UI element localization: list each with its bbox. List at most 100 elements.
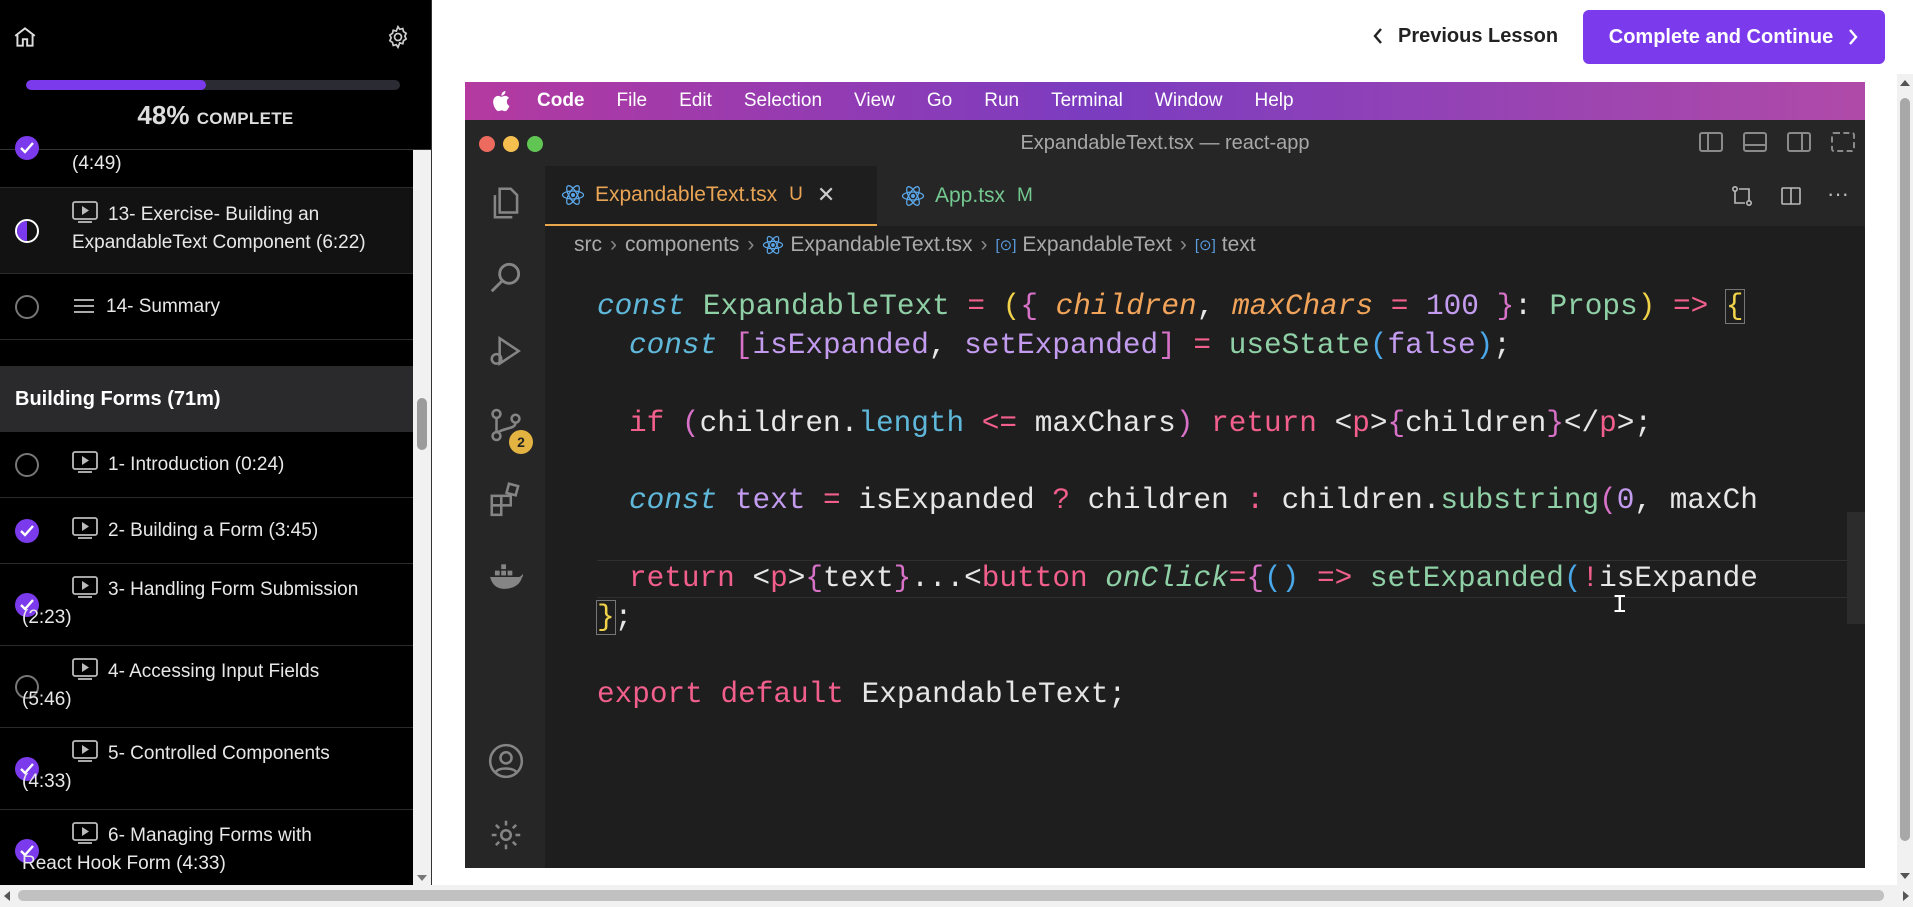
text-cursor-icon: I <box>1612 590 1628 620</box>
manage-gear-icon <box>491 820 521 850</box>
completed-icon[interactable] <box>15 519 39 543</box>
complete-and-continue-button[interactable]: Complete and Continue <box>1583 10 1885 64</box>
customize-layout-icon <box>1831 132 1855 152</box>
breadcrumb-components: components <box>625 233 740 256</box>
lesson-item[interactable]: (4:49) <box>0 136 413 188</box>
more-actions-icon: ··· <box>1827 181 1849 206</box>
lesson-label: (4:49) <box>72 153 122 174</box>
sidebar-toolbar <box>0 0 431 74</box>
lesson-item-current[interactable]: 13- Exercise- Building an ExpandableText… <box>0 188 413 274</box>
account-icon <box>488 743 524 779</box>
lesson-item[interactable]: 4- Accessing Input Fields (5:46) <box>0 646 413 728</box>
in-progress-icon[interactable] <box>15 219 39 243</box>
code-line-2: const [isExpanded, setExpanded] = useSta… <box>629 329 1511 362</box>
video-icon <box>72 658 98 680</box>
horizontal-scrollbar-thumb[interactable] <box>18 890 1884 901</box>
apple-logo-icon <box>493 91 510 112</box>
chevron-left-icon <box>1373 28 1382 44</box>
activity-bar: 2 <box>465 166 545 868</box>
progress-label: 48% COMPLETE <box>0 100 431 131</box>
lesson-label: 3- Handling Form Submission <box>108 579 359 600</box>
progress-percent: 48% <box>137 100 190 130</box>
close-tab-icon: ✕ <box>816 182 836 207</box>
not-started-icon[interactable] <box>15 453 39 477</box>
extensions-icon <box>490 482 520 517</box>
source-control-badge: 2 <box>509 430 533 454</box>
scroll-right-arrow-icon[interactable] <box>1903 891 1909 901</box>
scroll-down-arrow-icon[interactable] <box>417 875 427 881</box>
completed-icon[interactable] <box>15 136 39 160</box>
tab-git-status: M <box>1017 185 1033 206</box>
breadcrumb-file: ExpandableText.tsx <box>790 233 973 256</box>
video-icon <box>72 576 98 598</box>
lesson-item[interactable]: 6- Managing Forms with React Hook Form (… <box>0 810 413 885</box>
video-icon <box>72 740 98 762</box>
menu-app-name: Code <box>537 90 585 111</box>
video-icon <box>72 451 98 473</box>
react-file-icon <box>763 235 784 255</box>
editor-scroll-slider <box>1847 512 1865 624</box>
page-vertical-scrollbar[interactable] <box>1897 74 1913 885</box>
lesson-item[interactable]: 14- Summary <box>0 274 413 340</box>
tab-filename: ExpandableText.tsx <box>595 183 778 206</box>
scroll-down-arrow-icon[interactable] <box>1900 873 1910 879</box>
course-progress-bar <box>26 80 400 90</box>
scroll-up-arrow-icon[interactable] <box>1900 80 1910 86</box>
lesson-label: 2- Building a Form (3:45) <box>108 520 319 541</box>
close-window-icon <box>479 136 495 152</box>
tab-expandabletext: ExpandableText.tsx U ✕ <box>545 166 877 226</box>
breadcrumb: src › components › ExpandableText.tsx › … <box>545 226 1865 264</box>
open-changes-icon <box>1732 185 1753 206</box>
video-icon <box>72 517 98 539</box>
gear-icon[interactable] <box>385 24 411 50</box>
lesson-item[interactable]: 5- Controlled Components (4:33) <box>0 728 413 810</box>
previous-lesson-button[interactable]: Previous Lesson <box>1366 20 1564 52</box>
editor-tab-bar: ExpandableText.tsx U ✕ App.tsx M ··· <box>545 166 1865 226</box>
menu-terminal: Terminal <box>1051 90 1123 111</box>
lesson-label: 13- Exercise- Building an ExpandableText… <box>72 204 366 253</box>
page-horizontal-scrollbar[interactable] <box>0 885 1913 907</box>
course-sidebar: 48% COMPLETE (4:49) 13- Exercise- Buildi… <box>0 0 432 885</box>
scroll-left-arrow-icon[interactable] <box>4 891 10 901</box>
home-icon[interactable] <box>12 24 38 50</box>
complete-and-continue-label: Complete and Continue <box>1608 25 1834 48</box>
code-line-4: if (children.length <= maxChars) return … <box>629 407 1653 440</box>
search-icon <box>490 262 521 293</box>
breadcrumb-variable: text <box>1221 233 1256 256</box>
lesson-label: 5- Controlled Components <box>108 743 330 764</box>
sidebar-scrollbar-thumb[interactable] <box>417 398 427 450</box>
chevron-right-icon: › <box>747 233 755 256</box>
video-icon <box>72 201 98 223</box>
text-icon <box>74 299 94 313</box>
not-started-icon[interactable] <box>15 295 39 319</box>
lesson-duration: React Hook Form (4:33) <box>22 853 226 874</box>
lesson-item[interactable]: 1- Introduction (0:24) <box>0 432 413 498</box>
menu-run: Run <box>984 90 1020 111</box>
breadcrumb-src: src <box>574 233 602 256</box>
menu-window: Window <box>1154 90 1223 111</box>
lesson-label: 6- Managing Forms with <box>108 825 312 846</box>
page-scrollbar-thumb[interactable] <box>1900 98 1910 841</box>
menu-edit: Edit <box>679 90 712 111</box>
sidebar-scrollbar[interactable] <box>413 150 431 885</box>
explorer-icon <box>493 187 519 219</box>
code-editor: const ExpandableText = ({ children, maxC… <box>545 266 1865 868</box>
mac-menu-bar: Code File Edit Selection View Go Run Ter… <box>465 82 1865 120</box>
menu-help: Help <box>1254 90 1294 111</box>
editor-actions: ··· <box>1729 181 1849 208</box>
window-title: ExpandableText.tsx — react-app <box>1020 131 1310 154</box>
chevron-right-icon: › <box>1179 233 1187 256</box>
code-line-11: export default ExpandableText; <box>597 678 1127 711</box>
lesson-duration: (5:46) <box>22 689 72 710</box>
menu-file: File <box>616 90 648 111</box>
react-file-icon <box>901 186 925 206</box>
section-header[interactable]: Building Forms (71m) <box>0 366 413 432</box>
chevron-right-icon <box>1849 29 1858 45</box>
lesson-item[interactable]: 2- Building a Form (3:45) <box>0 498 413 564</box>
symbol-variable-icon: [⊙] <box>1194 237 1216 254</box>
lesson-label: 1- Introduction (0:24) <box>108 454 285 475</box>
lesson-item[interactable]: 3- Handling Form Submission (2:23) <box>0 564 413 646</box>
menu-selection: Selection <box>743 90 823 111</box>
lesson-duration: (2:23) <box>22 607 72 628</box>
docker-icon <box>490 564 523 589</box>
